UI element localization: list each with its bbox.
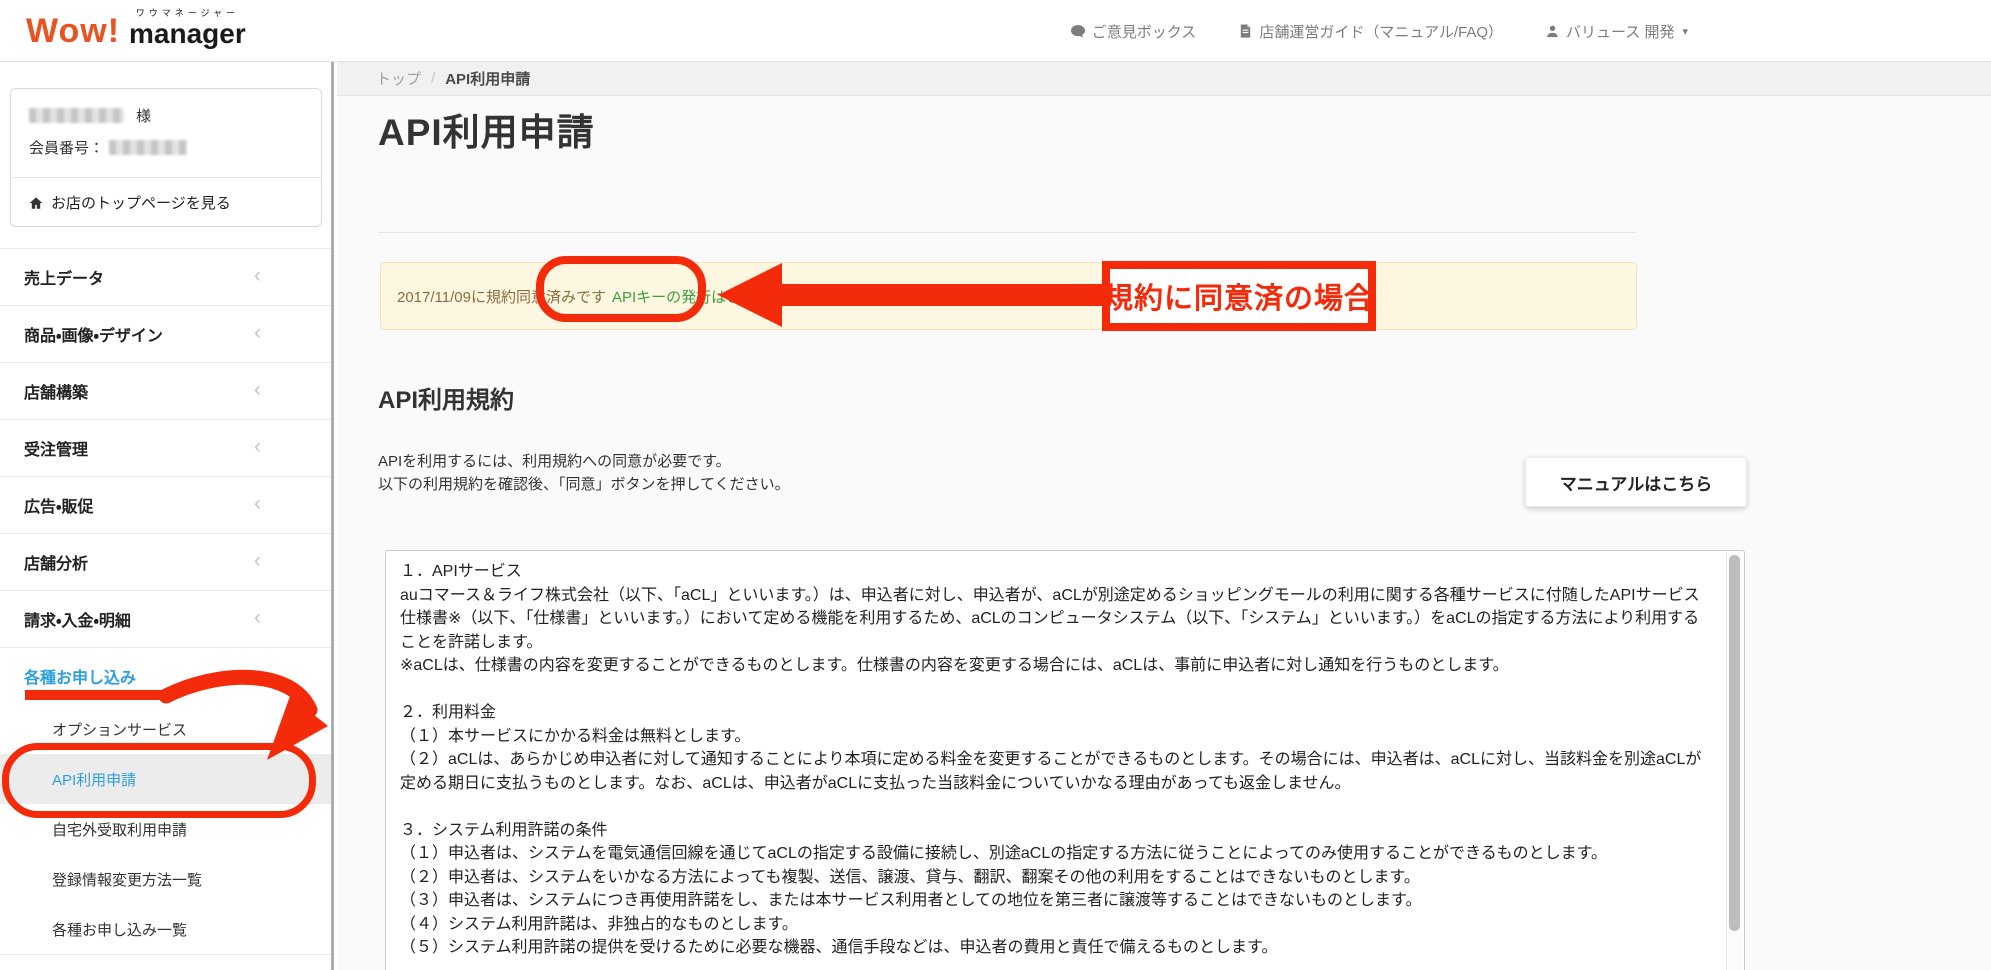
logo-manager-block: ワウマネージャー manager (129, 9, 246, 50)
annotation-arrow-left-shaft (782, 284, 1104, 306)
sidebar-item-label: 商品・画像・デザイン (24, 322, 163, 346)
sidebar-item-ads-promotion[interactable]: 広告・販促 ‹ (0, 476, 331, 533)
store-guide-link[interactable]: 店舗運営ガイド（マニュアル/FAQ） (1238, 21, 1503, 42)
annotation-underline (25, 690, 171, 700)
logo-wow-text: Wow! (26, 13, 120, 50)
member-number-label: 会員番号： (29, 137, 104, 158)
breadcrumb-current: API利用申請 (445, 68, 530, 89)
masked-member-number (109, 140, 187, 155)
card-divider (11, 177, 321, 178)
terms-scroll-box[interactable]: １．APIサービス auコマース＆ライフ株式会社（以下、「aCL」といいます。）… (385, 550, 1745, 970)
sidebar-item-store-analysis[interactable]: 店舗分析 ‹ (0, 533, 331, 590)
app-header: Wow! ワウマネージャー manager ご意見ボックス 店舗運営ガイド（マニ… (0, 0, 1991, 62)
terms-intro-line2: 以下の利用規約を確認後、「同意」ボタンを押してください。 (378, 473, 790, 496)
sidebar-menu: 売上データ ‹ 商品・画像・デザイン ‹ 店舗構築 ‹ 受注管理 ‹ 広告・販促… (0, 248, 331, 955)
feedback-box-label: ご意見ボックス (1092, 21, 1197, 42)
breadcrumb: トップ / API利用申請 (337, 62, 1991, 96)
caret-down-icon: ▾ (1682, 25, 1688, 38)
sidebar-item-label: 広告・販促 (24, 493, 93, 517)
sidebar-item-label: 受注管理 (24, 436, 88, 460)
chevron-left-icon: ‹ (254, 264, 261, 288)
chevron-left-icon: ‹ (254, 378, 261, 402)
home-icon (29, 196, 43, 210)
sidebar-item-label: 店舗構築 (24, 379, 88, 403)
breadcrumb-home-link[interactable]: トップ (376, 68, 421, 89)
page-title: API利用申請 (378, 102, 595, 156)
submenu-item-label: 各種お申し込み一覧 (52, 919, 187, 940)
logo-manager-text: manager (129, 20, 246, 48)
terms-scrollbar-thumb[interactable] (1729, 555, 1740, 931)
member-number-row: 会員番号： (29, 137, 187, 158)
feedback-box-link[interactable]: ご意見ボックス (1070, 21, 1197, 42)
chevron-left-icon: ‹ (254, 549, 261, 573)
submenu-item-label: 登録情報変更方法一覧 (52, 869, 202, 890)
submenu-item-label: API利用申請 (52, 769, 136, 790)
breadcrumb-separator: / (431, 70, 435, 87)
speech-bubble-icon (1070, 23, 1086, 39)
store-guide-label: 店舗運営ガイド（マニュアル/FAQ） (1259, 21, 1503, 42)
chevron-left-icon: ‹ (254, 492, 261, 516)
page: Wow! ワウマネージャー manager ご意見ボックス 店舗運営ガイド（マニ… (0, 0, 1991, 970)
person-icon (1545, 24, 1560, 39)
submenu-item-label: 自宅外受取利用申請 (52, 819, 187, 840)
terms-section-heading: API利用規約 (378, 380, 514, 415)
user-name-row: 様 (29, 105, 151, 126)
annotation-label: 規約に同意済の場合 (1102, 261, 1376, 331)
sidebar-item-products-images-design[interactable]: 商品・画像・デザイン ‹ (0, 305, 331, 362)
annotation-arrow-left-head (718, 263, 782, 327)
sidebar-item-label: 店舗分析 (24, 550, 88, 574)
chevron-left-icon: ‹ (254, 321, 261, 345)
terms-scrollbar-track[interactable] (1726, 553, 1742, 970)
header-nav: ご意見ボックス 店舗運営ガイド（マニュアル/FAQ） バリュース 開発 ▾ (1070, 0, 1688, 62)
document-icon (1238, 23, 1253, 39)
logo-ruby-text: ワウマネージャー (136, 9, 239, 18)
sidebar-item-store-building[interactable]: 店舗構築 ‹ (0, 362, 331, 419)
masked-user-name (29, 108, 124, 123)
user-honorific: 様 (136, 105, 151, 126)
sidebar-item-label: 各種お申し込み (24, 664, 136, 688)
sidebar-item-billing-payment[interactable]: 請求・入金・明細 ‹ (0, 590, 331, 647)
sidebar-item-label: 請求・入金・明細 (24, 607, 131, 631)
submenu-item-registration-change-list[interactable]: 登録情報変更方法一覧 (0, 854, 331, 904)
sidebar: 様 会員番号： お店のトップページを見る 売上データ ‹ 商品・画像・デザイン (0, 62, 334, 970)
shop-top-page-link[interactable]: お店のトップページを見る (29, 192, 231, 213)
sidebar-item-sales-data[interactable]: 売上データ ‹ (0, 248, 331, 305)
title-divider (378, 232, 1637, 233)
submenu-item-applications-list[interactable]: 各種お申し込み一覧 (0, 904, 331, 954)
chevron-left-icon: ‹ (254, 606, 261, 630)
user-card: 様 会員番号： お店のトップページを見る (10, 88, 322, 227)
submenu-item-offsite-pickup[interactable]: 自宅外受取利用申請 (0, 804, 331, 854)
app-logo[interactable]: Wow! ワウマネージャー manager (26, 9, 246, 50)
sidebar-item-label: 売上データ (24, 265, 104, 289)
terms-intro: APIを利用するには、利用規約への同意が必要です。 以下の利用規約を確認後、「同… (378, 450, 790, 496)
chevron-left-icon: ‹ (254, 435, 261, 459)
main-content: トップ / API利用申請 API利用申請 2017/11/09に規約同意済みで… (337, 62, 1991, 970)
sidebar-item-order-management[interactable]: 受注管理 ‹ (0, 419, 331, 476)
manual-button[interactable]: マニュアルはこちら (1525, 457, 1747, 507)
terms-body-text: １．APIサービス auコマース＆ライフ株式会社（以下、「aCL」といいます。）… (400, 560, 1710, 960)
account-menu[interactable]: バリュース 開発 ▾ (1545, 21, 1688, 42)
terms-intro-line1: APIを利用するには、利用規約への同意が必要です。 (378, 450, 790, 473)
shop-top-page-label: お店のトップページを見る (51, 192, 231, 213)
agreement-status-text: 2017/11/09に規約同意済みです (397, 286, 606, 307)
annotation-curved-arrow (160, 652, 336, 777)
account-label: バリュース 開発 (1566, 21, 1674, 42)
